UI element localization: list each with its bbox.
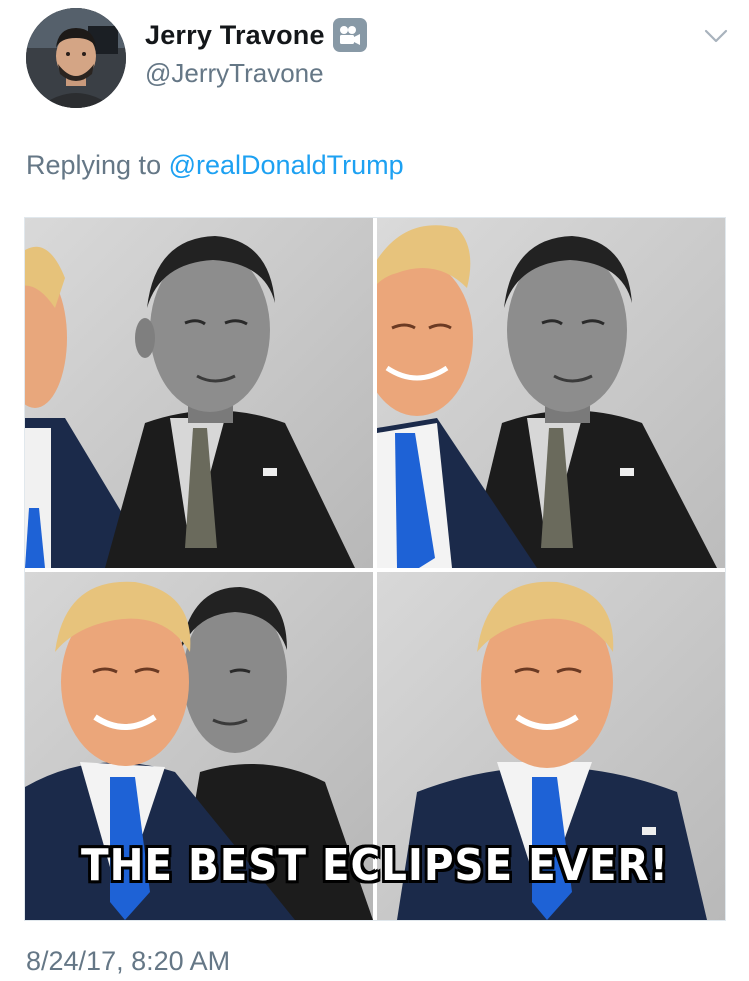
- user-avatar-icon: [26, 8, 126, 108]
- media-panel-1: [25, 218, 373, 568]
- handle[interactable]: @JerryTravone: [145, 58, 324, 89]
- author-row: Jerry Travone: [145, 18, 367, 52]
- reply-prefix: Replying to: [26, 150, 162, 180]
- chevron-down-icon[interactable]: [703, 26, 729, 46]
- media-caption: THE BEST ECLIPSE EVER!: [81, 840, 669, 891]
- reply-mention-link[interactable]: @realDonaldTrump: [169, 150, 404, 180]
- reply-context: Replying to @realDonaldTrump: [26, 150, 404, 181]
- display-name[interactable]: Jerry Travone: [145, 20, 325, 51]
- video-camera-icon: [332, 18, 367, 52]
- avatar[interactable]: [26, 8, 126, 108]
- tweet-media[interactable]: THE BEST ECLIPSE EVER!: [24, 217, 726, 921]
- tweet-timestamp[interactable]: 8/24/17, 8:20 AM: [26, 946, 230, 977]
- media-panel-2: [377, 218, 725, 568]
